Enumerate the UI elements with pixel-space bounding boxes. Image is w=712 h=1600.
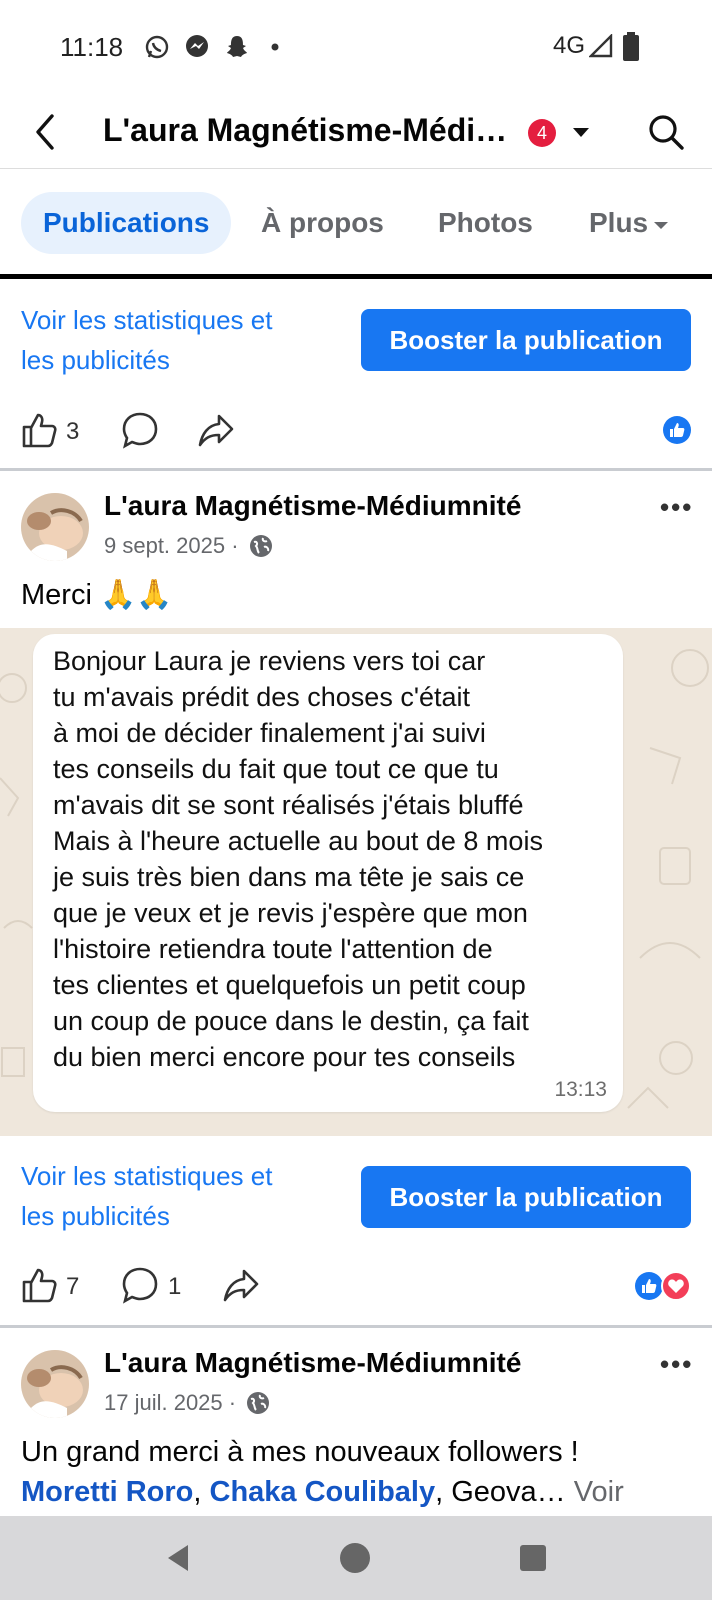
post-image[interactable]: Bonjour Laura je reviens vers toi car tu… (0, 628, 712, 1136)
tab-publications[interactable]: Publications (21, 192, 232, 254)
avatar[interactable] (21, 1350, 89, 1418)
see-more-link[interactable]: Voir (574, 1476, 624, 1508)
nav-recents-icon[interactable] (519, 1544, 547, 1572)
post-separator (0, 1325, 712, 1328)
post-separator (0, 468, 712, 471)
status-time: 11:18 (60, 32, 124, 62)
snapchat-icon (227, 36, 247, 57)
nav-back-icon[interactable] (162, 1542, 194, 1574)
notification-badge[interactable]: 4 (528, 119, 556, 147)
tab-plus[interactable]: Plus (589, 192, 670, 254)
avatar[interactable] (21, 493, 89, 561)
mention-link[interactable]: Chaka Coulibaly (210, 1476, 436, 1508)
like-icon[interactable] (21, 1265, 57, 1305)
whatsapp-icon (145, 35, 169, 59)
insights-link-line2: les publicités (21, 1201, 170, 1231)
comment-icon[interactable] (121, 1265, 159, 1305)
message-line: je suis très bien dans ma tête je sais c… (53, 862, 525, 892)
tab-photos[interactable]: Photos (438, 192, 533, 254)
avatar-image (21, 493, 89, 561)
messenger-icon (186, 35, 208, 57)
boost-button[interactable]: Booster la publication (361, 1166, 691, 1228)
mention-link[interactable]: Moretti Roro (21, 1476, 193, 1508)
message-line: m'avais dit se sont réalisés j'étais blu… (53, 790, 524, 820)
boost-button[interactable]: Booster la publication (361, 309, 691, 371)
message-line: Bonjour Laura je reviens vers toi car (53, 646, 486, 676)
insights-link[interactable]: Voir les statistiques et les publicités (21, 1156, 331, 1236)
post-text: Merci 🙏🙏 (21, 579, 173, 611)
header-divider (0, 168, 712, 169)
message-line: un coup de pouce dans le destin, ça fait (53, 1006, 529, 1036)
like-count: 3 (66, 418, 80, 445)
message-line: que je veux et je revis j'espère que mon (53, 898, 528, 928)
reactions-icon[interactable] (634, 1271, 692, 1301)
message-line: tes conseils du fait que tout ce que tu (53, 754, 499, 784)
message-line: tes clientes et quelquefois un petit cou… (53, 970, 526, 1000)
share-icon[interactable] (197, 410, 235, 450)
post-date-text: 17 juil. 2025 · (104, 1390, 237, 1415)
network-type: 4G (553, 32, 586, 59)
message-line: Mais à l'heure actuelle au bout de 8 moi… (53, 826, 543, 856)
avatar-image (21, 1350, 89, 1418)
nav-home-icon[interactable] (339, 1542, 371, 1574)
globe-icon (247, 1392, 270, 1414)
status-bar: 11:18 4G (0, 0, 712, 96)
more-icon[interactable]: ••• (660, 1349, 693, 1380)
post-date-text: 9 sept. 2025 · (104, 533, 239, 558)
message-line: tu m'avais prédit des choses c'était (53, 682, 471, 712)
like-reaction-icon[interactable] (662, 415, 692, 445)
back-arrow-icon[interactable] (26, 110, 66, 154)
message-bubble: Bonjour Laura je reviens vers toi car tu… (33, 634, 623, 1112)
message-line: l'histoire retiendra toute l'attention d… (53, 934, 493, 964)
message-line: à moi de décider finalement j'ai suivi (53, 718, 486, 748)
post-author[interactable]: L'aura Magnétisme-Médiumnité (104, 1347, 521, 1379)
search-icon[interactable] (646, 112, 686, 152)
tab-a-propos[interactable]: À propos (261, 192, 384, 254)
message-time: 13:13 (554, 1078, 607, 1101)
tabs-divider (0, 274, 712, 279)
like-icon[interactable] (21, 410, 57, 450)
page-title[interactable]: L'aura Magnétisme-Médi… (103, 112, 507, 149)
like-count: 7 (66, 1273, 80, 1300)
mention-rest: , Geova… (435, 1476, 566, 1508)
insights-link-line1: Voir les statistiques et (21, 1161, 273, 1191)
comment-count: 1 (168, 1273, 182, 1300)
insights-link[interactable]: Voir les statistiques et les publicités (21, 300, 331, 380)
signal-icon (589, 34, 613, 58)
insights-link-line1: Voir les statistiques et (21, 305, 273, 335)
insights-link-line2: les publicités (21, 345, 170, 375)
post-text: Un grand merci à mes nouveaux followers … (21, 1436, 579, 1468)
comment-icon[interactable] (121, 410, 159, 450)
message-line: du bien merci encore pour tes conseils (53, 1042, 516, 1072)
system-nav-bar (0, 1516, 712, 1600)
battery-icon (623, 32, 639, 61)
post-date: 9 sept. 2025 · (104, 533, 273, 559)
share-icon[interactable] (222, 1265, 260, 1305)
chevron-down-icon[interactable] (570, 120, 592, 144)
tab-plus-label: Plus (589, 207, 649, 238)
post-author[interactable]: L'aura Magnétisme-Médiumnité (104, 490, 521, 522)
post-date: 17 juil. 2025 · (104, 1390, 270, 1416)
globe-icon (249, 535, 272, 557)
caret-down-icon (654, 221, 669, 229)
more-icon[interactable]: ••• (660, 492, 693, 523)
post-mentions: Moretti Roro, Chaka Coulibaly, Geova… Vo… (21, 1476, 624, 1509)
mention-separator: , (193, 1476, 210, 1508)
dot-icon (271, 43, 279, 51)
